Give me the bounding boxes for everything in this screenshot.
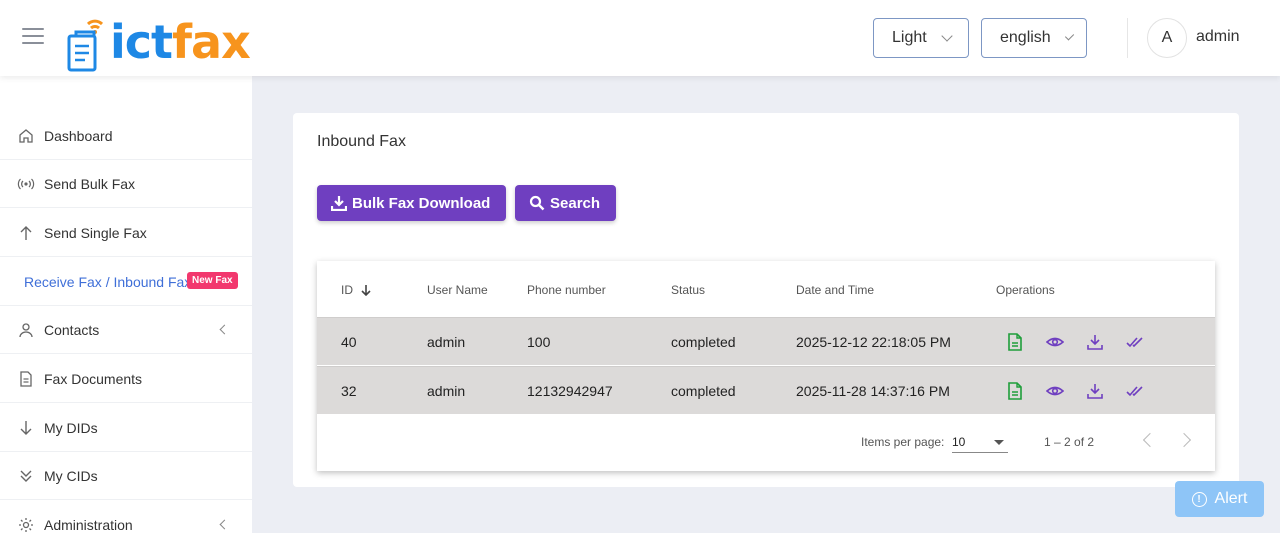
- cell-status: completed: [671, 383, 736, 399]
- page-title: Inbound Fax: [317, 133, 406, 150]
- bulk-fax-download-label: Bulk Fax Download: [352, 194, 491, 212]
- gear-icon: [17, 516, 35, 533]
- sidebar: Dashboard Send Bulk Fax Send Single Fax …: [0, 76, 252, 533]
- theme-select[interactable]: Light: [873, 18, 969, 58]
- page-size-value: 10: [952, 435, 966, 449]
- sidebar-item-administration[interactable]: Administration: [0, 501, 252, 533]
- page-range: 1 – 2 of 2: [1044, 435, 1095, 449]
- chevron-left-icon: [219, 324, 230, 335]
- column-header-phone: Phone number: [527, 283, 606, 297]
- download-icon[interactable]: [1086, 333, 1104, 351]
- cell-status: completed: [671, 334, 736, 350]
- sidebar-item-contacts[interactable]: Contacts: [0, 306, 252, 354]
- double-chevron-down-icon: [17, 467, 35, 485]
- sidebar-item-label: Fax Documents: [44, 370, 143, 387]
- arrow-down-icon: [17, 419, 35, 437]
- page-size-select[interactable]: 10: [952, 429, 1008, 453]
- table-row: 40 admin 100 completed 2025-12-12 22:18:…: [317, 317, 1215, 365]
- pdf-document-icon[interactable]: [1006, 382, 1024, 400]
- cell-id: 40: [341, 334, 357, 350]
- column-header-status: Status: [671, 283, 706, 297]
- document-icon: [17, 370, 35, 388]
- logo-text-fax: fax: [172, 15, 251, 69]
- sidebar-item-send-single-fax[interactable]: Send Single Fax: [0, 209, 252, 257]
- alert-info-icon: !: [1191, 491, 1207, 507]
- language-select-value: english: [1000, 29, 1051, 46]
- arrow-up-icon: [17, 224, 35, 242]
- next-page-icon[interactable]: [1176, 432, 1192, 448]
- fax-logo-icon: [66, 14, 106, 72]
- cell-phone: 12132942947: [527, 383, 613, 399]
- sidebar-item-label: Send Single Fax: [44, 224, 147, 241]
- sidebar-item-my-cids[interactable]: My CIDs: [0, 452, 252, 500]
- sidebar-item-label: Send Bulk Fax: [44, 175, 136, 192]
- prev-page-icon[interactable]: [1142, 432, 1158, 448]
- sidebar-item-fax-documents[interactable]: Fax Documents: [0, 355, 252, 403]
- sidebar-item-dashboard[interactable]: Dashboard: [0, 112, 252, 160]
- sort-arrow-down-icon: [361, 285, 371, 297]
- sidebar-item-receive-fax[interactable]: Receive Fax / Inbound Fax New Fax: [0, 258, 252, 306]
- eye-icon[interactable]: [1046, 382, 1064, 400]
- dropdown-arrow-icon: [994, 440, 1004, 445]
- column-header-id[interactable]: ID: [341, 283, 372, 297]
- sidebar-item-my-dids[interactable]: My DIDs: [0, 404, 252, 452]
- alert-button-label: Alert: [1214, 490, 1248, 507]
- home-icon: [17, 127, 35, 145]
- user-icon: [17, 321, 35, 339]
- theme-select-value: Light: [892, 29, 927, 46]
- items-per-page-label: Items per page:: [861, 435, 945, 449]
- chevron-down-icon: [1064, 31, 1075, 41]
- logo-text: ictfax: [110, 14, 251, 70]
- top-header: ictfax Light english A admin: [0, 0, 1280, 76]
- broadcast-icon: [17, 175, 35, 193]
- download-icon[interactable]: [1086, 382, 1104, 400]
- bulk-fax-download-button[interactable]: Bulk Fax Download: [317, 185, 507, 221]
- alert-button[interactable]: ! Alert: [1175, 481, 1264, 517]
- search-icon: [529, 195, 545, 211]
- sidebar-item-label: Dashboard: [44, 127, 113, 144]
- column-header-datetime: Date and Time: [796, 283, 875, 297]
- sidebar-item-label: Contacts: [44, 321, 100, 338]
- sidebar-item-label: Receive Fax / Inbound Fax: [24, 273, 192, 290]
- language-select[interactable]: english: [981, 18, 1087, 58]
- cell-datetime: 2025-12-12 22:18:05 PM: [796, 334, 951, 350]
- inbound-fax-table: ID User Name Phone number Status Date an…: [317, 261, 1215, 471]
- menu-icon[interactable]: [22, 28, 44, 46]
- sidebar-item-send-bulk-fax[interactable]: Send Bulk Fax: [0, 160, 252, 208]
- cell-user: admin: [427, 334, 466, 350]
- cell-id: 32: [341, 383, 357, 399]
- download-icon: [331, 196, 347, 211]
- table-row: 32 admin 12132942947 completed 2025-11-2…: [317, 366, 1215, 414]
- logo-text-ict: ict: [110, 15, 173, 69]
- column-header-id-label: ID: [341, 283, 353, 297]
- cell-user: admin: [427, 383, 466, 399]
- double-check-icon[interactable]: [1126, 382, 1144, 400]
- chevron-down-icon: [941, 30, 953, 42]
- cell-phone: 100: [527, 334, 551, 350]
- header-divider: [1127, 18, 1128, 58]
- column-header-operations: Operations: [996, 283, 1055, 297]
- inbound-fax-card: Inbound Fax Bulk Fax Download Search ID …: [293, 113, 1239, 487]
- sidebar-item-label: My DIDs: [44, 419, 98, 436]
- double-check-icon[interactable]: [1126, 333, 1144, 351]
- user-name[interactable]: admin: [1196, 28, 1240, 46]
- pdf-document-icon[interactable]: [1006, 333, 1024, 351]
- search-label: Search: [550, 194, 601, 212]
- search-button[interactable]: Search: [515, 185, 617, 221]
- column-header-user-name: User Name: [427, 283, 488, 297]
- avatar[interactable]: A: [1147, 18, 1187, 58]
- logo[interactable]: ictfax: [66, 6, 251, 72]
- chevron-left-icon: [219, 519, 230, 530]
- eye-icon[interactable]: [1046, 333, 1064, 351]
- sidebar-item-label: Administration: [44, 516, 133, 533]
- sidebar-item-label: My CIDs: [44, 467, 98, 484]
- cell-datetime: 2025-11-28 14:37:16 PM: [796, 383, 950, 399]
- new-fax-badge: New Fax: [187, 272, 238, 289]
